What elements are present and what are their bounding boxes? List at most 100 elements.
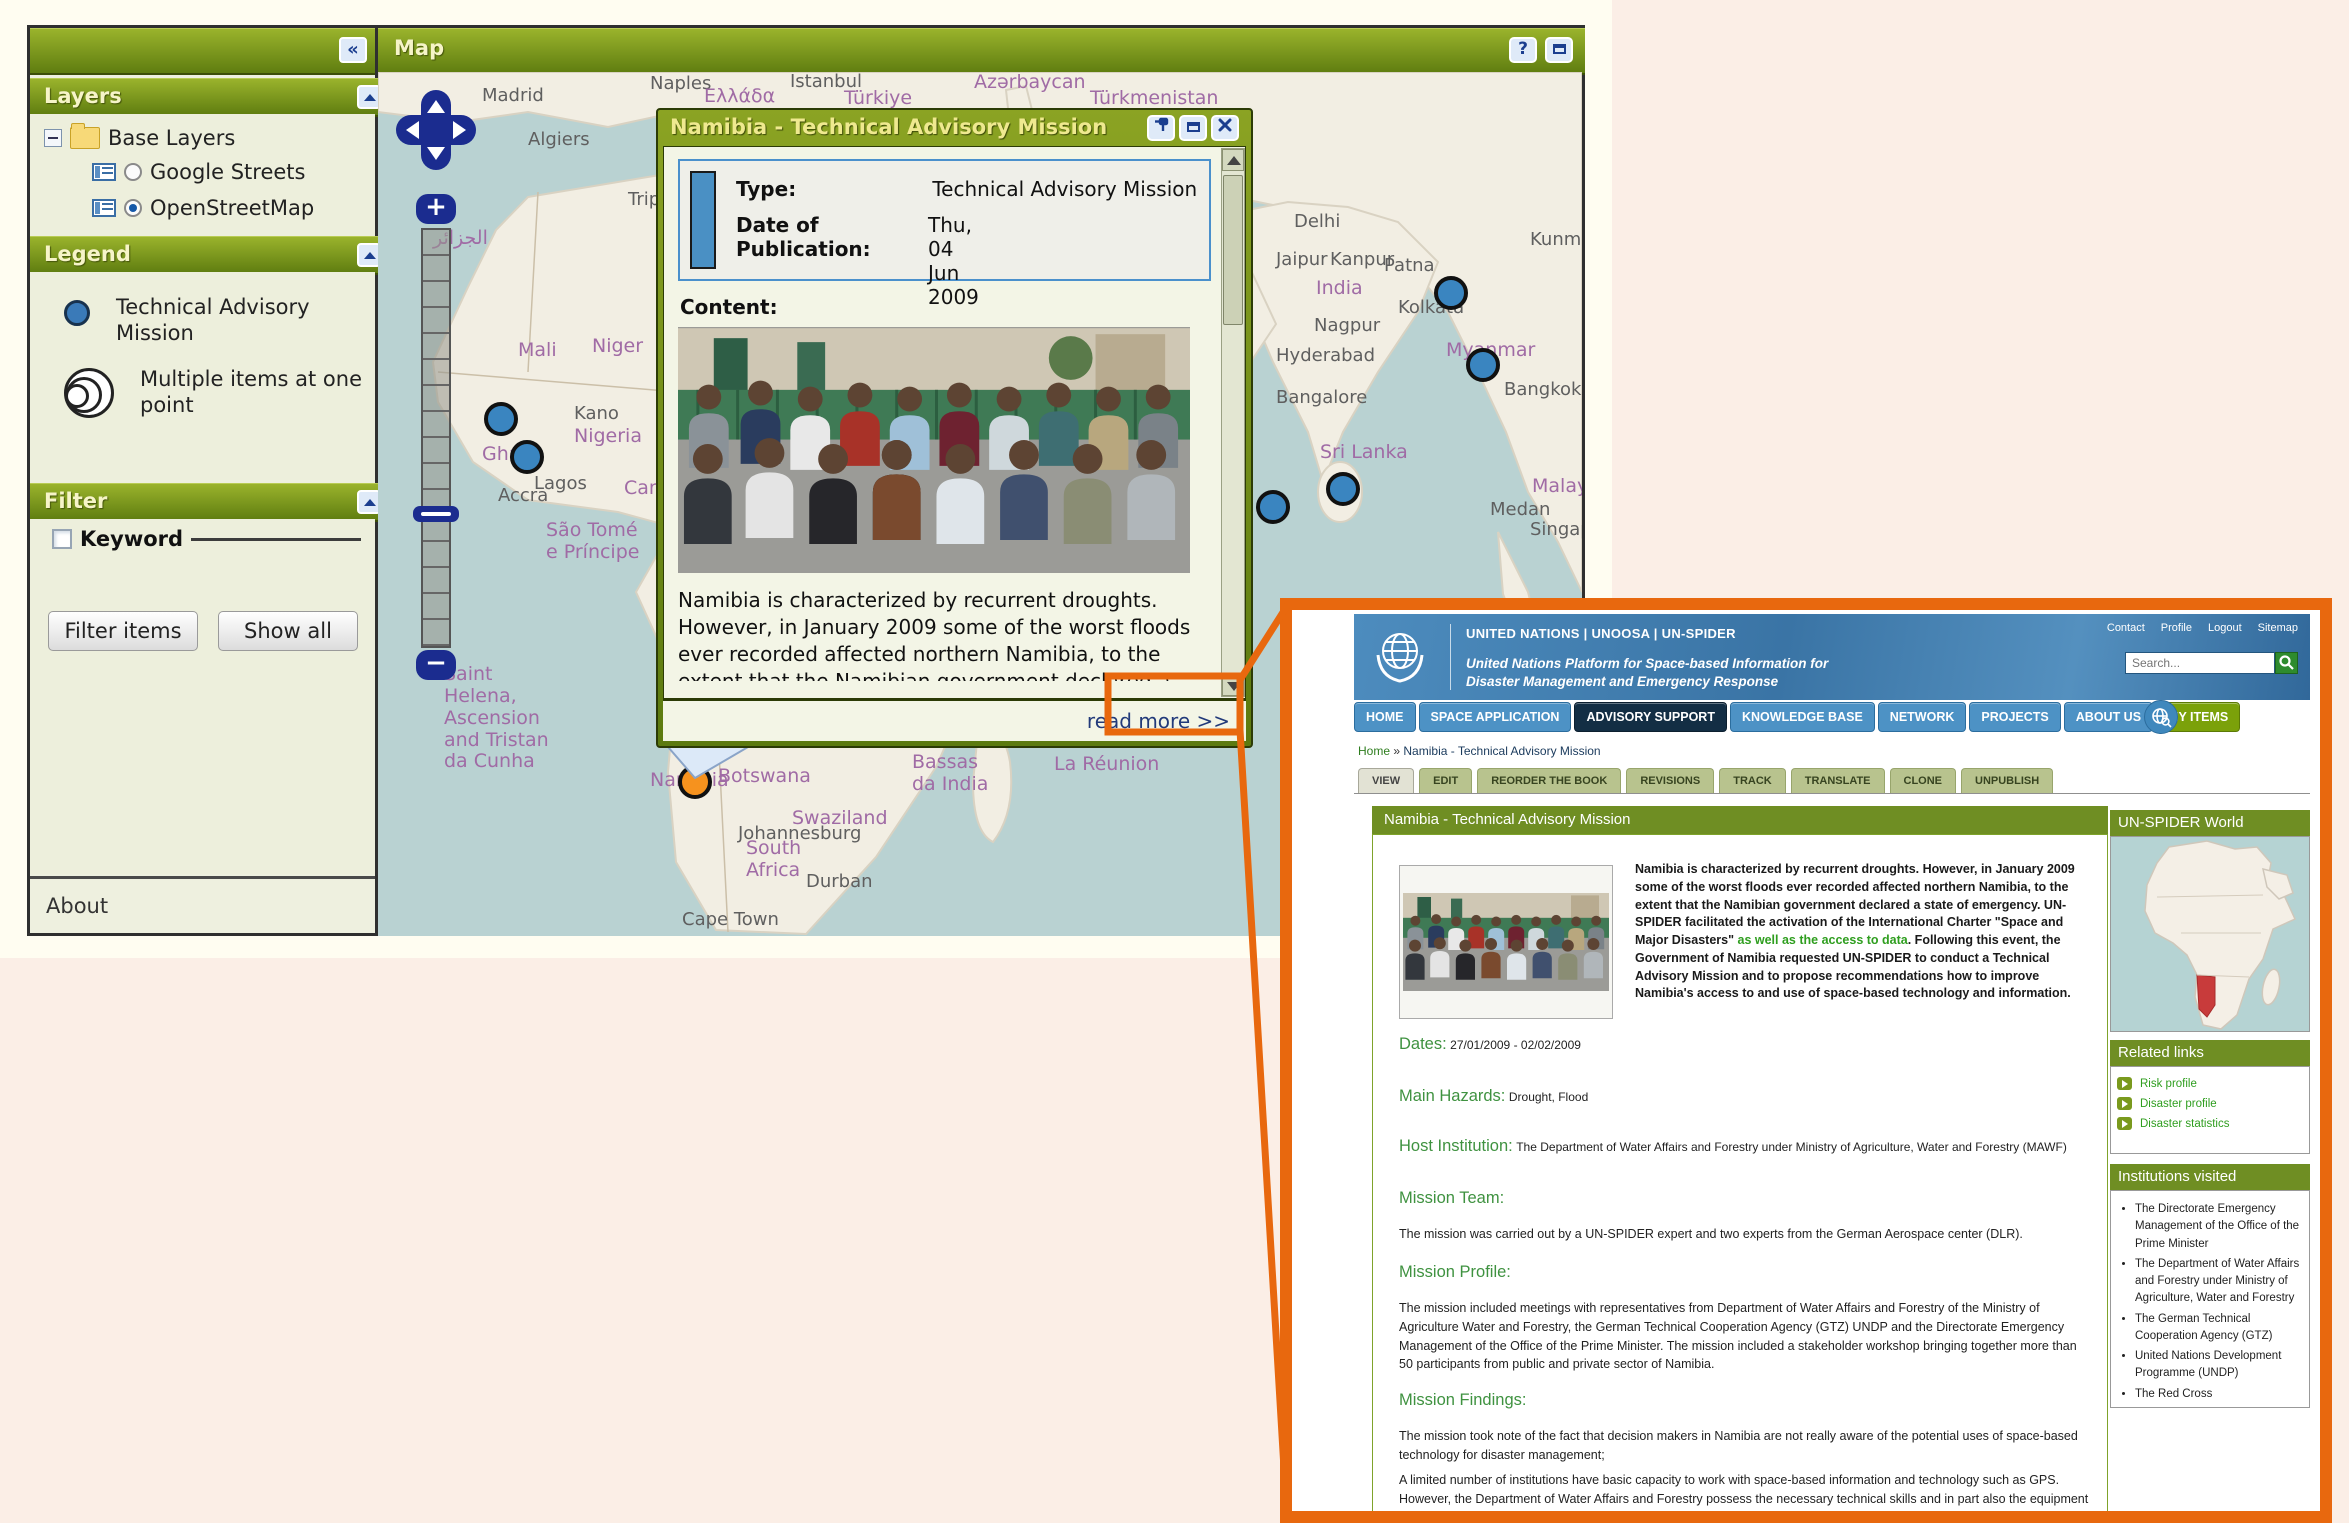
popup-maximize-button[interactable] — [1179, 115, 1207, 141]
article-photo — [1399, 865, 1613, 1019]
pin-icon — [1153, 117, 1169, 133]
popup-titlebar[interactable]: Namibia - Technical Advisory Mission — [658, 110, 1251, 146]
search-icon — [2276, 653, 2297, 673]
breadcrumb-home[interactable]: Home — [1358, 744, 1390, 758]
zoom-slider-track[interactable] — [421, 228, 451, 648]
maximize-icon — [1187, 122, 1200, 132]
close-icon — [1218, 118, 1232, 132]
sidebar-collapse-button[interactable]: « — [339, 37, 367, 63]
popup-title: Namibia - Technical Advisory Mission — [670, 115, 1107, 139]
tab[interactable]: CLONE — [1890, 768, 1957, 794]
read-more-link[interactable]: read more >> — [1087, 709, 1230, 733]
nav-item[interactable]: ADVISORY SUPPORT — [1574, 702, 1727, 732]
tab[interactable]: TRANSLATE — [1791, 768, 1885, 794]
filter-panel-title: Filter — [44, 489, 107, 513]
nav-item[interactable]: KNOWLEDGE BASE — [1730, 702, 1875, 732]
pan-control[interactable] — [404, 98, 468, 162]
map-place-label: Türkiye — [844, 88, 912, 110]
header-links: Contact Profile Logout Sitemap — [2107, 622, 2298, 634]
show-all-button[interactable]: Show all — [218, 611, 358, 651]
map-marker[interactable] — [1326, 472, 1360, 506]
layer-item[interactable]: Google Streets — [92, 160, 305, 184]
nav-item[interactable]: ABOUT US — [2064, 702, 2153, 732]
tab[interactable]: UNPUBLISH — [1961, 768, 2053, 794]
about-panel[interactable]: About — [30, 876, 375, 933]
arrow-right-icon — [2117, 1117, 2132, 1130]
collapse-minus-icon[interactable] — [44, 129, 62, 147]
scroll-down-icon[interactable] — [1222, 674, 1244, 696]
scroll-up-icon[interactable] — [1222, 149, 1244, 171]
map-place-label: Sri Lanka — [1320, 442, 1408, 464]
pan-north-icon[interactable] — [427, 100, 445, 113]
search-button[interactable] — [2275, 652, 2298, 674]
layer-icon — [92, 163, 116, 181]
type-value: Technical Advisory Mission — [932, 177, 1197, 201]
pan-east-icon[interactable] — [453, 121, 466, 139]
type-row: Type: Technical Advisory Mission — [736, 177, 1197, 201]
article: Namibia is characterized by recurrent dr… — [1372, 834, 2108, 1523]
help-button[interactable]: ? — [1509, 37, 1537, 63]
nav-item[interactable]: SPACE APPLICATION — [1419, 702, 1572, 732]
header-link[interactable]: Sitemap — [2258, 622, 2298, 634]
map-marker[interactable] — [1434, 276, 1468, 310]
institution-item: The Directorate Emergency Management of … — [2135, 1201, 2305, 1253]
website-inset: UNITED NATIONS | UNOOSA | UN-SPIDER Unit… — [1280, 598, 2332, 1523]
filter-items-button[interactable]: Filter items — [48, 611, 198, 651]
nav-item[interactable]: NETWORK — [1878, 702, 1967, 732]
layer-item[interactable]: OpenStreetMap — [92, 196, 314, 220]
nav-item[interactable]: PROJECTS — [1969, 702, 2060, 732]
pan-south-icon[interactable] — [427, 147, 445, 160]
map-marker[interactable] — [510, 440, 544, 474]
pan-west-icon[interactable] — [406, 121, 419, 139]
search-input[interactable] — [2125, 652, 2275, 674]
tab[interactable]: TRACK — [1719, 768, 1786, 794]
site-header: UNITED NATIONS | UNOOSA | UN-SPIDER Unit… — [1354, 614, 2310, 700]
header-link[interactable]: Logout — [2208, 622, 2242, 634]
breadcrumb-separator: » — [1393, 744, 1400, 758]
maximize-button[interactable] — [1545, 37, 1573, 63]
sidebar: « Layers Base Layers Google Str — [30, 28, 378, 933]
related-link-label: Risk profile — [2140, 1078, 2197, 1090]
related-link[interactable]: Risk profile — [2117, 1077, 2303, 1090]
related-panel-header: Related links — [2110, 1040, 2310, 1066]
map-place-label: Niger — [592, 336, 643, 358]
related-link[interactable]: Disaster profile — [2117, 1097, 2303, 1110]
globe-search-icon — [2150, 706, 2172, 728]
map-marker[interactable] — [1256, 490, 1290, 524]
popup-scrollbar[interactable] — [1221, 148, 1245, 697]
map-place-label: Jaipur — [1276, 250, 1328, 271]
related-link[interactable]: Disaster statistics — [2117, 1117, 2303, 1130]
lead-link[interactable]: as well as the access to data — [1738, 933, 1908, 947]
zoom-slider-handle[interactable] — [413, 506, 459, 522]
base-layers-node[interactable]: Base Layers — [44, 126, 235, 150]
zoom-in-button[interactable]: + — [416, 194, 456, 224]
layer-icon — [92, 199, 116, 217]
hazards-row: Main Hazards: Drought, Flood — [1399, 1087, 1588, 1106]
institutions-list: The Directorate Emergency Management of … — [2135, 1201, 2305, 1403]
keyword-checkbox[interactable] — [52, 529, 72, 549]
layer-radio[interactable] — [124, 199, 142, 217]
scrollbar-thumb[interactable] — [1223, 175, 1243, 325]
article-header: Namibia - Technical Advisory Mission — [1372, 806, 2108, 834]
globe-search-button[interactable] — [2144, 700, 2178, 734]
tab[interactable]: EDIT — [1419, 768, 1472, 794]
layer-radio[interactable] — [124, 163, 142, 181]
tab[interactable]: VIEW — [1358, 768, 1414, 794]
layer-label: Google Streets — [150, 160, 305, 184]
popup-close-button[interactable] — [1211, 115, 1239, 141]
tab[interactable]: REVISIONS — [1626, 768, 1714, 794]
header-link[interactable]: Profile — [2161, 622, 2192, 634]
breadcrumb-current: Namibia - Technical Advisory Mission — [1403, 744, 1600, 758]
header-link[interactable]: Contact — [2107, 622, 2145, 634]
host-row: Host Institution: The Department of Wate… — [1399, 1137, 2089, 1156]
chevron-up-icon — [364, 94, 376, 101]
map-place-label: São Tomé e Príncipe — [546, 520, 639, 564]
map-marker[interactable] — [1466, 348, 1500, 382]
team-heading: Mission Team: — [1399, 1189, 1504, 1208]
tab[interactable]: REORDER THE BOOK — [1477, 768, 1621, 794]
map-marker[interactable] — [484, 402, 518, 436]
pin-button[interactable] — [1147, 115, 1175, 141]
popup-info-box: Type: Technical Advisory Mission Date of… — [678, 159, 1211, 281]
zoom-out-button[interactable]: − — [416, 650, 456, 680]
nav-item[interactable]: HOME — [1354, 702, 1416, 732]
